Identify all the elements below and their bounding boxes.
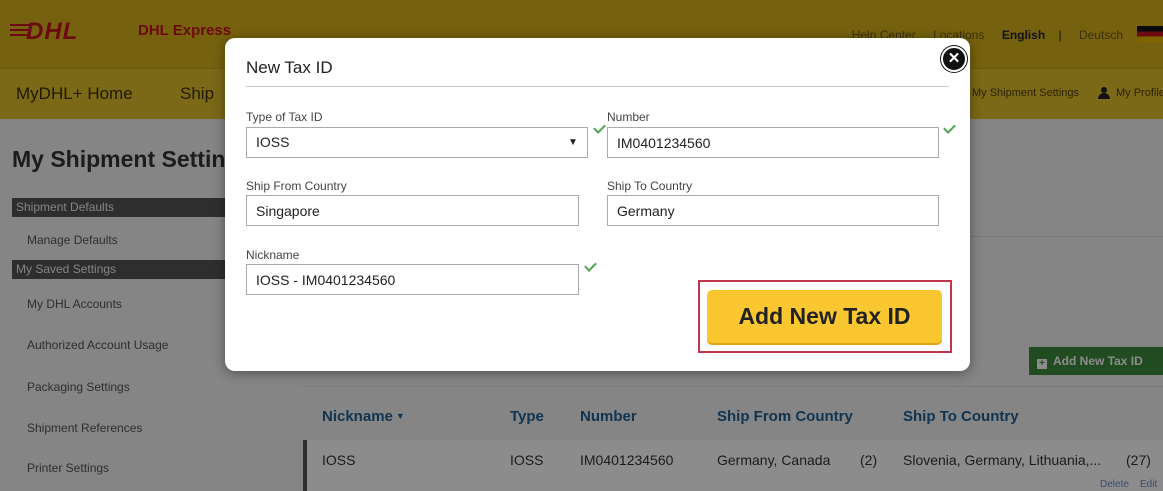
type-valid-check-icon [593,121,606,134]
number-label: Number [607,110,650,124]
dialog-title-divider [246,86,949,87]
type-of-tax-id-select[interactable]: IOSS [246,127,588,158]
number-input[interactable] [607,127,939,158]
nickname-input[interactable] [246,264,579,295]
nickname-label: Nickname [246,248,300,262]
type-of-tax-id-label: Type of Tax ID [246,110,323,124]
ship-from-country-label: Ship From Country [246,179,347,193]
dropdown-arrow-icon: ▼ [568,137,578,148]
submit-add-new-tax-id-button[interactable]: Add New Tax ID [707,290,942,343]
type-of-tax-id-value: IOSS [256,134,290,150]
ship-to-country-label: Ship To Country [607,179,693,193]
ship-from-country-input[interactable] [246,195,579,226]
new-tax-id-dialog: New Tax ID ✕ Type of Tax ID IOSS ▼ Numbe… [225,38,970,371]
dialog-title: New Tax ID [246,58,333,77]
number-valid-check-icon [943,121,956,134]
close-icon[interactable]: ✕ [941,46,967,72]
nickname-valid-check-icon [584,259,597,272]
ship-to-country-input[interactable] [607,195,939,226]
